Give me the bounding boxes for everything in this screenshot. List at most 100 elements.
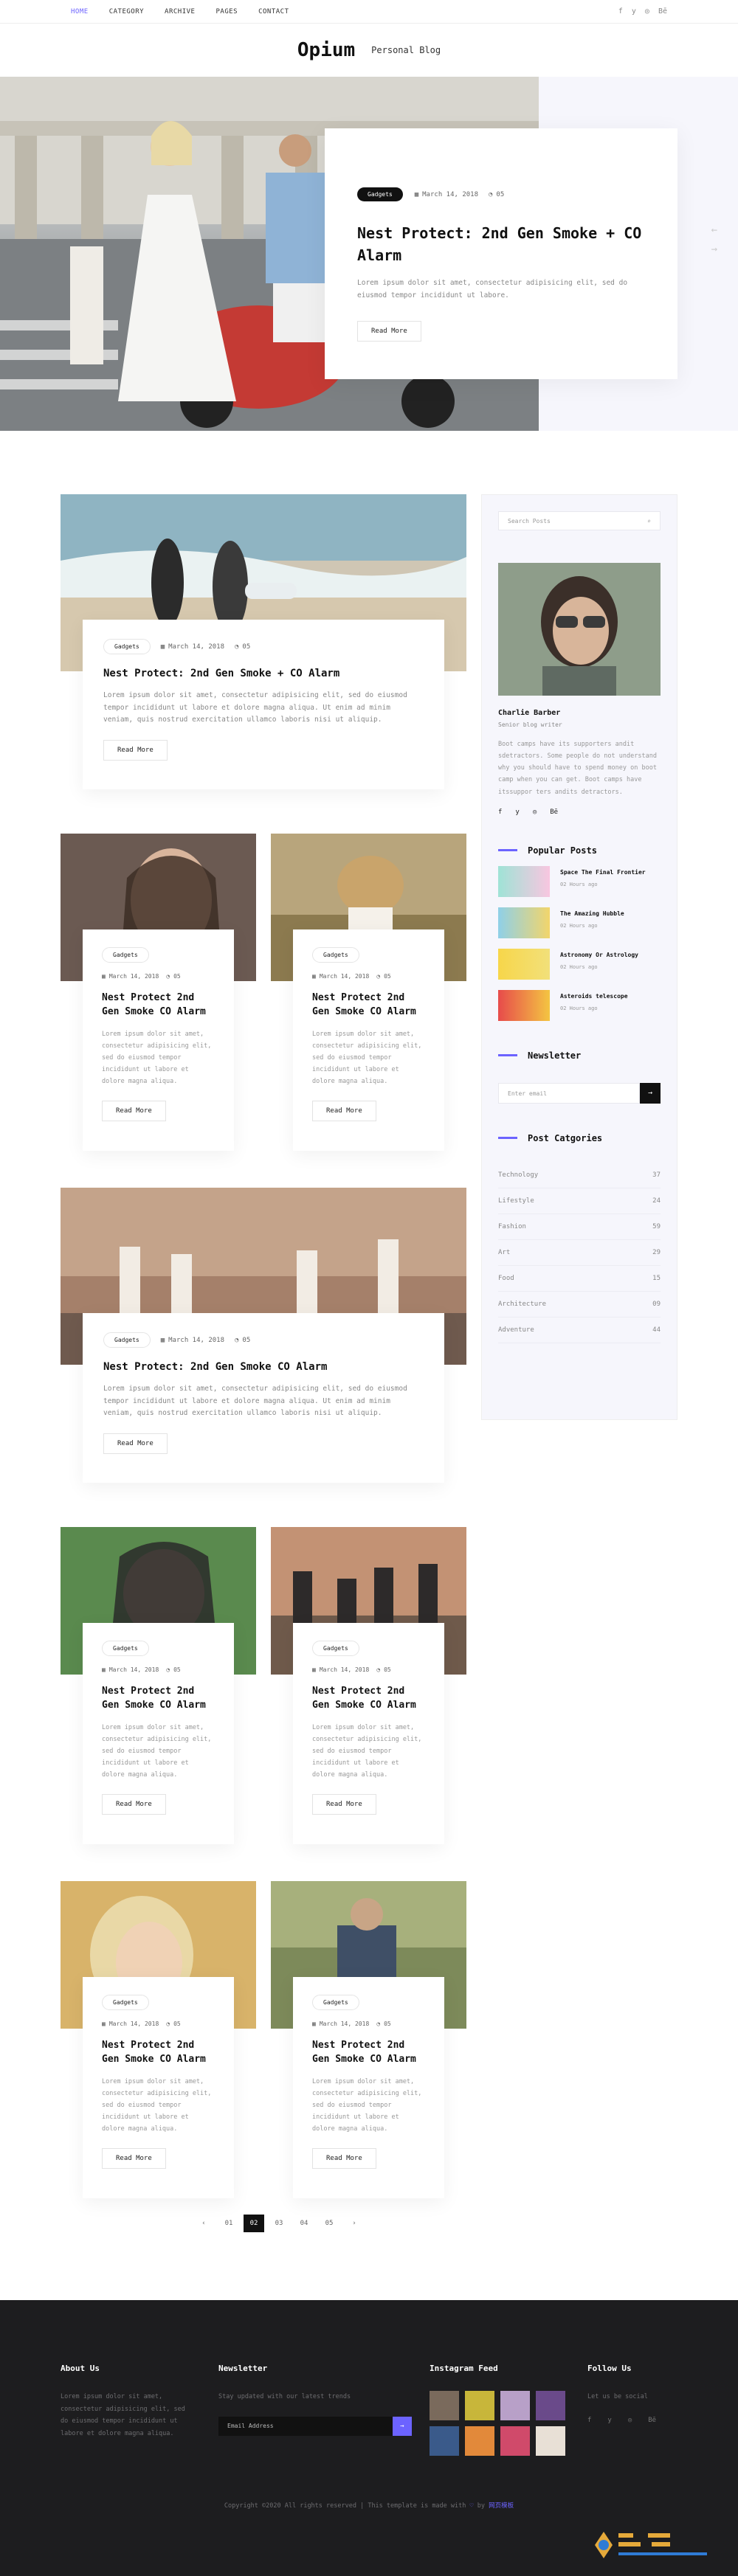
behance-icon[interactable]: Bē [648,2417,656,2424]
instagram-thumb[interactable] [430,2391,459,2420]
read-more-button[interactable]: Read More [103,739,168,761]
popular-post-title[interactable]: Asteroids telescope [560,993,628,1000]
nav-home[interactable]: HOME [71,8,89,15]
popular-post-item[interactable]: The Amazing Hubble 02 Hours ago [498,907,661,938]
category-name: Fashion [498,1222,526,1230]
twitter-icon[interactable]: y [607,2417,611,2424]
instagram-thumb[interactable] [465,2426,494,2456]
instagram-thumb[interactable] [536,2426,565,2456]
post-badge[interactable]: Gadgets [312,947,359,963]
popular-post-item[interactable]: Space The Final Frontier 02 Hours ago [498,865,661,897]
post-meta: ▦ March 14, 2018 ◔ 05 [161,643,251,651]
post-badge[interactable]: Gadgets [102,1995,149,2010]
instagram-thumb[interactable] [500,2426,530,2456]
twitter-icon[interactable]: y [515,809,519,816]
copyright: Copyright ©2020 All rights reserved | Th… [0,2501,738,2510]
post-badge[interactable]: Gadgets [312,1641,359,1656]
page-link[interactable]: 04 [294,2215,314,2232]
instagram-thumb[interactable] [465,2391,494,2420]
read-more-button[interactable]: Read More [312,1101,376,1122]
instagram-thumb[interactable] [430,2426,459,2456]
category-item[interactable]: Lifestyle 24 [498,1188,661,1214]
read-more-button[interactable]: Read More [312,2148,376,2170]
read-more-button[interactable]: Read More [102,2148,166,2170]
comment-icon: ◔ [376,973,381,980]
dribbble-icon[interactable]: ◎ [645,7,649,15]
post-badge[interactable]: Gadgets [102,947,149,963]
post-title[interactable]: Nest Protect 2nd Gen Smoke CO Alarm [102,991,215,1019]
popular-post-title[interactable]: Space The Final Frontier [560,869,646,876]
search-icon[interactable]: ⌕ [647,518,651,524]
post-date-text: March 14, 2018 [108,973,159,980]
chevron-left-icon[interactable]: ‹ [193,2215,214,2232]
read-more-button[interactable]: Read More [102,1794,166,1815]
post-title[interactable]: Nest Protect 2nd Gen Smoke CO Alarm [102,2039,215,2067]
copyright-link[interactable]: 网页模板 [489,2502,514,2510]
post-comments-text: 05 [242,643,251,651]
chevron-right-icon[interactable]: › [344,2215,365,2232]
arrow-right-icon[interactable]: → [393,2416,412,2436]
popular-post-item[interactable]: Astronomy Or Astrology 02 Hours ago [498,948,661,980]
dribbble-icon[interactable]: ◎ [533,809,537,816]
facebook-icon[interactable]: f [498,809,502,816]
nav-archive[interactable]: ARCHIVE [165,8,195,15]
arrow-left-icon[interactable]: ← [711,224,717,236]
top-bar: HOME CATEGORY ARCHIVE PAGES CONTACT f y … [0,0,738,24]
popular-posts-heading: Popular Posts [498,845,661,856]
instagram-thumb[interactable] [500,2391,530,2420]
page-link[interactable]: 03 [269,2215,289,2232]
page-link[interactable]: 05 [319,2215,339,2232]
read-more-button[interactable]: Read More [103,1433,168,1454]
post-meta-row: Gadgets ▦ March 14, 2018 ◔ 05 [103,639,424,654]
nav-contact[interactable]: CONTACT [258,8,289,15]
hero-title[interactable]: Nest Protect: 2nd Gen Smoke + CO Alarm [357,222,648,266]
nav-category[interactable]: CATEGORY [109,8,144,15]
popular-posts-list: Space The Final Frontier 02 Hours ago The… [498,865,661,1021]
arrow-right-icon[interactable]: → [640,1082,661,1104]
footer-email-input[interactable]: Email Address [218,2416,393,2436]
category-item[interactable]: Adventure 44 [498,1318,661,1343]
arrow-right-icon[interactable]: → [711,243,717,255]
facebook-icon[interactable]: f [618,7,623,15]
hero-badge[interactable]: Gadgets [357,187,403,201]
category-item[interactable]: Food 15 [498,1266,661,1292]
category-item[interactable]: Fashion 59 [498,1214,661,1240]
footer-follow: Follow Us Let us be social f y ◎ Bē [587,2364,683,2424]
post-badge[interactable]: Gadgets [103,1332,151,1348]
read-more-button[interactable]: Read More [312,1794,376,1815]
footer-about-title: About Us [61,2364,100,2373]
category-item[interactable]: Architecture 09 [498,1292,661,1318]
post-excerpt: Lorem ipsum dolor sit amet, consectetur … [312,1723,422,1779]
post-badge[interactable]: Gadgets [103,639,151,654]
behance-icon[interactable]: Bē [550,809,558,816]
nav-pages[interactable]: PAGES [215,8,238,15]
instagram-thumb[interactable] [536,2391,565,2420]
page-link[interactable]: 01 [218,2215,239,2232]
category-name: Architecture [498,1300,547,1308]
hero-read-more-button[interactable]: Read More [357,321,421,342]
hero-date-text: March 14, 2018 [422,190,478,198]
post-title[interactable]: Nest Protect: 2nd Gen Smoke CO Alarm [103,1361,424,1373]
post-title[interactable]: Nest Protect: 2nd Gen Smoke + CO Alarm [103,668,424,679]
post-badge[interactable]: Gadgets [102,1641,149,1656]
post-title[interactable]: Nest Protect 2nd Gen Smoke CO Alarm [312,991,425,1019]
category-item[interactable]: Art 29 [498,1240,661,1266]
post-title[interactable]: Nest Protect 2nd Gen Smoke CO Alarm [312,2039,425,2067]
read-more-button[interactable]: Read More [102,1101,166,1122]
dribbble-icon[interactable]: ◎ [628,2417,632,2424]
newsletter-email-input[interactable]: Enter email [498,1082,640,1104]
category-count: 29 [652,1248,661,1256]
post-title[interactable]: Nest Protect 2nd Gen Smoke CO Alarm [312,1685,425,1713]
popular-post-title[interactable]: The Amazing Hubble [560,910,624,917]
popular-post-title[interactable]: Astronomy Or Astrology [560,952,638,958]
popular-post-item[interactable]: Asteroids telescope 02 Hours ago [498,989,661,1021]
post-badge[interactable]: Gadgets [312,1995,359,2010]
page-link-active[interactable]: 02 [244,2215,264,2232]
facebook-icon[interactable]: f [587,2417,591,2424]
behance-icon[interactable]: Bē [658,7,667,15]
search-input[interactable]: Search Posts ⌕ [498,511,661,530]
post-title[interactable]: Nest Protect 2nd Gen Smoke CO Alarm [102,1685,215,1713]
twitter-icon[interactable]: y [632,7,636,15]
site-logo[interactable]: Opium [297,39,355,61]
category-item[interactable]: Technology 37 [498,1163,661,1188]
